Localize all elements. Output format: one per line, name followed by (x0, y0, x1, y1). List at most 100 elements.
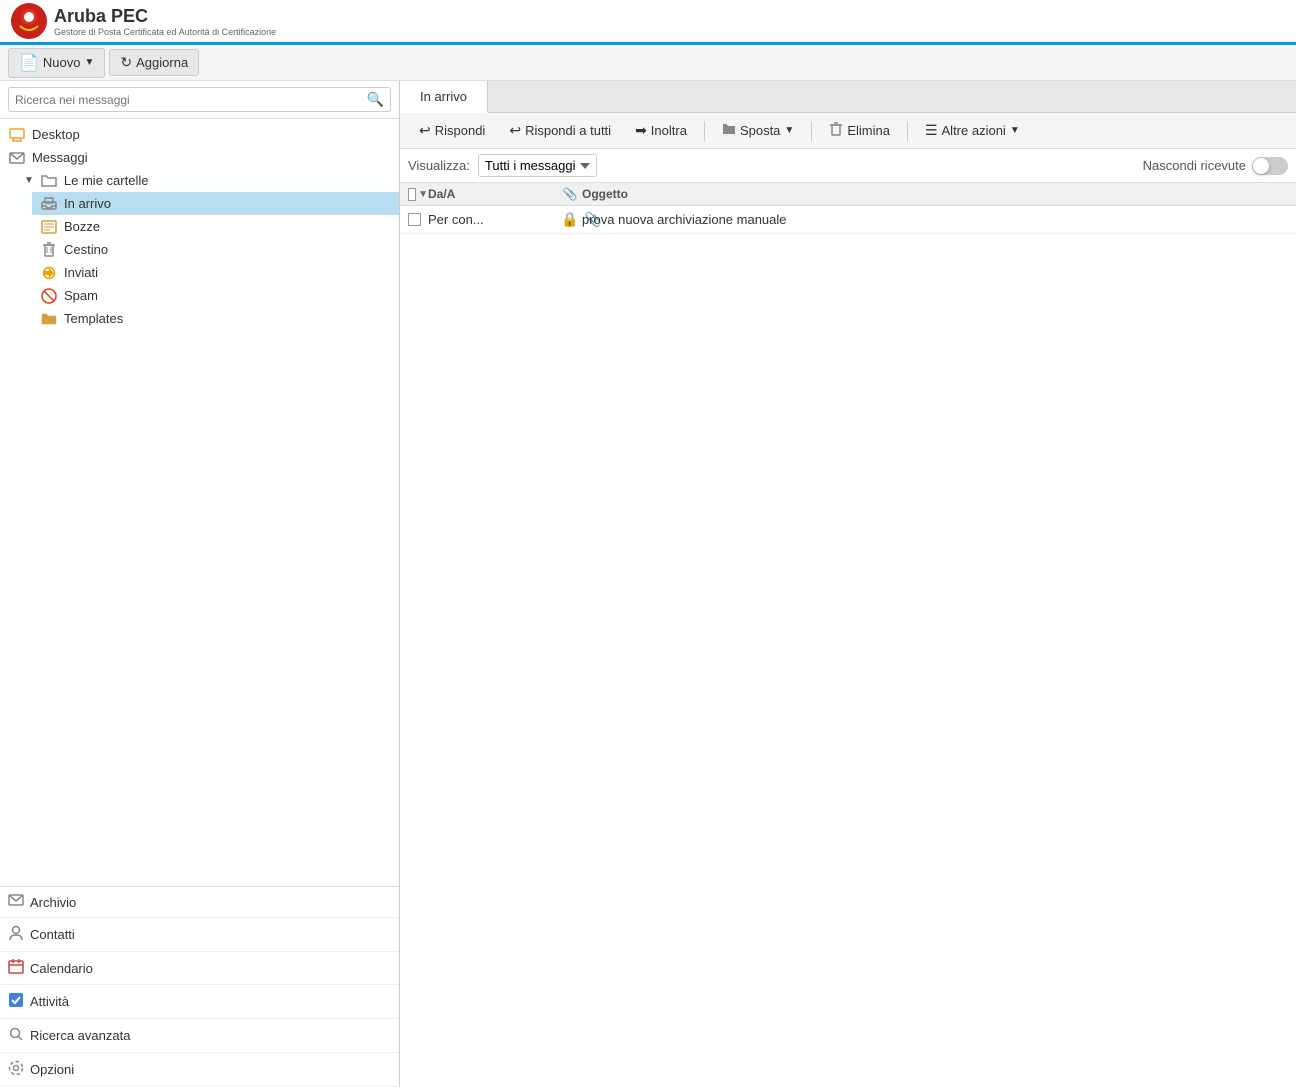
reply-button[interactable]: ↩ Rispondi (408, 117, 496, 144)
sidebar-item-spam[interactable]: Spam (32, 284, 399, 307)
search-input-wrap[interactable]: 🔍 (8, 87, 391, 112)
from-header-label: Da/A (428, 187, 455, 201)
message-subject: prova nuova archiviazione manuale (582, 212, 1288, 227)
header: Aruba PEC Gestore di Posta Certificata e… (0, 0, 1296, 45)
message-list-header: ▼ Da/A 📎 Oggetto (400, 183, 1296, 206)
new-label: Nuovo (43, 55, 81, 70)
hide-received-toggle[interactable] (1252, 157, 1288, 175)
spam-label: Spam (64, 288, 98, 303)
refresh-label: Aggiorna (136, 55, 188, 70)
tab-in-arrivo-label: In arrivo (420, 89, 467, 104)
nav-opzioni[interactable]: Opzioni (0, 1053, 399, 1087)
brand-name: Aruba PEC (54, 6, 276, 27)
sender-text: Per con... (428, 212, 484, 227)
col-attach-header: 📎 (558, 187, 582, 201)
filter-select[interactable]: Tutti i messaggi (478, 154, 597, 177)
nav-attivita[interactable]: Attività (0, 985, 399, 1019)
new-dropdown-icon: ▼ (85, 57, 95, 68)
forward-label: Inoltra (651, 123, 687, 138)
reply-label: Rispondi (435, 123, 486, 138)
message-sender: Per con... (428, 212, 558, 227)
reply-all-label: Rispondi a tutti (525, 123, 611, 138)
checkbox-dropdown-icon: ▼ (418, 189, 428, 200)
sidebar-item-le-mie-cartelle[interactable]: ▼ Le mie cartelle (16, 169, 399, 192)
refresh-button[interactable]: ↻ Aggiorna (109, 49, 199, 76)
ricerca-icon (8, 1026, 24, 1045)
drafts-icon (40, 220, 58, 234)
separator-1 (704, 121, 705, 141)
calendario-icon (8, 959, 24, 977)
move-button[interactable]: Sposta ▼ (711, 118, 805, 143)
forward-icon: ➡ (635, 122, 647, 139)
attivita-icon (8, 992, 24, 1011)
lock-icon: 🔒 (561, 211, 578, 228)
desktop-label: Desktop (32, 127, 80, 142)
message-list: ▼ Da/A 📎 Oggetto Per con... (400, 183, 1296, 1087)
filter-bar: Visualizza: Tutti i messaggi Nascondi ri… (400, 149, 1296, 183)
bottom-nav: Archivio Contatti Calendario Attività (0, 886, 399, 1087)
logo-icon (10, 2, 48, 40)
sidebar-item-desktop[interactable]: Desktop (0, 123, 399, 146)
mail-icon (8, 151, 26, 165)
archivio-label: Archivio (30, 895, 76, 910)
nav-tree: Desktop Messaggi ▼ Le mie cartelle I (0, 119, 399, 886)
inbox-icon (40, 197, 58, 211)
select-all-checkbox[interactable]: ▼ (408, 188, 428, 201)
reply-icon: ↩ (419, 122, 431, 139)
sidebar-item-cestino[interactable]: Cestino (32, 238, 399, 261)
toolbar: 📄 Nuovo ▼ ↻ Aggiorna (0, 45, 1296, 81)
sidebar-item-messaggi[interactable]: Messaggi (0, 146, 399, 169)
archivio-icon (8, 894, 24, 910)
logo: Aruba PEC Gestore di Posta Certificata e… (10, 2, 276, 40)
move-label: Sposta (740, 123, 780, 138)
message-icons: 🔒 📎 (558, 211, 582, 228)
delete-button[interactable]: Elimina (818, 117, 901, 144)
delete-icon (829, 122, 843, 139)
sidebar: 🔍 Desktop Messaggi ▼ (0, 81, 400, 1087)
search-input[interactable] (15, 93, 367, 107)
ricerca-label: Ricerca avanzata (30, 1028, 130, 1043)
col-subject-header: Oggetto (582, 187, 1288, 201)
subject-header-label: Oggetto (582, 187, 628, 201)
le-mie-cartelle-label: Le mie cartelle (64, 173, 149, 188)
message-row[interactable]: Per con... 🔒 📎 prova nuova archiviazione… (400, 206, 1296, 234)
nav-ricerca-avanzata[interactable]: Ricerca avanzata (0, 1019, 399, 1053)
action-bar: ↩ Rispondi ↩ Rispondi a tutti ➡ Inoltra … (400, 113, 1296, 149)
more-label: Altre azioni (942, 123, 1006, 138)
attach-header-icon: 📎 (563, 187, 578, 201)
new-icon: 📄 (19, 53, 39, 73)
hide-received-label: Nascondi ricevute (1143, 158, 1246, 173)
nav-contatti[interactable]: Contatti (0, 918, 399, 952)
col-from-header: Da/A (428, 187, 558, 201)
messaggi-label: Messaggi (32, 150, 88, 165)
move-icon (722, 123, 736, 138)
more-icon: ☰ (925, 122, 938, 139)
sidebar-item-in-arrivo[interactable]: In arrivo (32, 192, 399, 215)
hide-received: Nascondi ricevute (1143, 157, 1288, 175)
nav-calendario[interactable]: Calendario (0, 952, 399, 985)
sidebar-item-bozze[interactable]: Bozze (32, 215, 399, 238)
tabs: In arrivo (400, 81, 1296, 113)
opzioni-icon (8, 1060, 24, 1079)
sidebar-item-inviati[interactable]: Inviati (32, 261, 399, 284)
inviati-label: Inviati (64, 265, 98, 280)
more-actions-button[interactable]: ☰ Altre azioni ▼ (914, 117, 1031, 144)
row-checkbox-box (408, 213, 421, 226)
logo-text: Aruba PEC Gestore di Posta Certificata e… (54, 6, 276, 37)
more-dropdown-icon: ▼ (1010, 125, 1020, 136)
nav-archivio[interactable]: Archivio (0, 887, 399, 918)
reply-all-button[interactable]: ↩ Rispondi a tutti (498, 117, 622, 144)
filter-label: Visualizza: (408, 158, 470, 173)
tab-in-arrivo[interactable]: In arrivo (400, 81, 488, 113)
templates-label: Templates (64, 311, 123, 326)
search-icon: 🔍 (367, 91, 384, 108)
opzioni-label: Opzioni (30, 1062, 74, 1077)
sidebar-item-templates[interactable]: Templates (32, 307, 399, 330)
forward-button[interactable]: ➡ Inoltra (624, 117, 698, 144)
spam-icon (40, 289, 58, 303)
new-button[interactable]: 📄 Nuovo ▼ (8, 48, 105, 78)
subject-text: prova nuova archiviazione manuale (582, 212, 787, 227)
calendario-label: Calendario (30, 961, 93, 976)
row-checkbox[interactable] (408, 213, 428, 226)
desktop-icon (8, 128, 26, 142)
